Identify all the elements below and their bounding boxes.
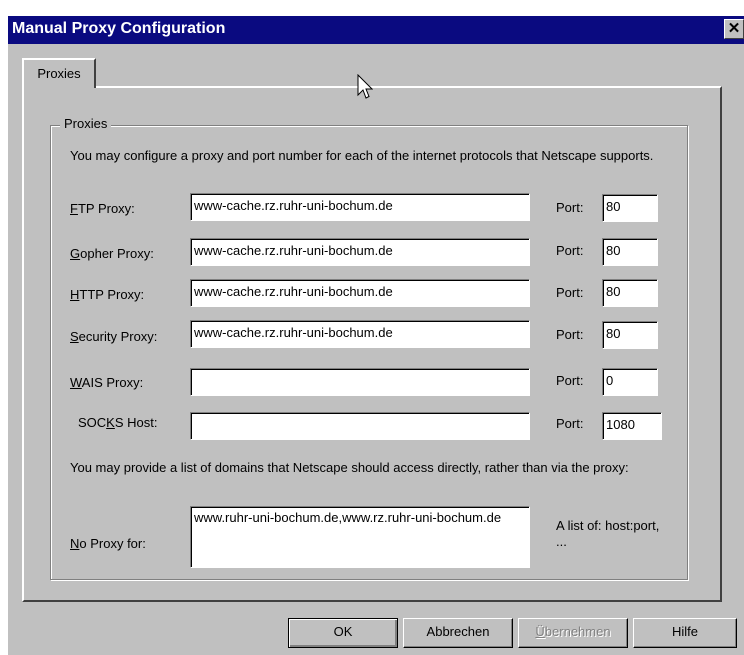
ftp-proxy-label-mnemonic: F <box>70 201 78 216</box>
help-button[interactable]: Hilfe <box>633 618 737 648</box>
apply-button[interactable]: Übernehmen <box>518 618 628 648</box>
no-proxy-label-mnemonic: N <box>70 536 80 551</box>
no-proxy-label-text: o Proxy for: <box>79 536 146 551</box>
ftp-port-label: Port: <box>556 200 584 215</box>
wais-port-label: Port: <box>556 373 584 388</box>
security-port-label: Port: <box>556 327 584 342</box>
http-proxy-input[interactable]: www-cache.rz.ruhr-uni-bochum.de <box>190 279 530 307</box>
ftp-port-input[interactable]: 80 <box>602 194 658 222</box>
ftp-proxy-input[interactable]: www-cache.rz.ruhr-uni-bochum.de <box>190 193 530 221</box>
http-port-label: Port: <box>556 285 584 300</box>
apply-button-mnemonic: Ü <box>535 624 545 639</box>
ok-button[interactable]: OK <box>288 618 398 648</box>
title-bar[interactable]: Manual Proxy Configuration ✕ <box>8 16 744 44</box>
tab-proxies[interactable]: Proxies <box>22 58 96 88</box>
security-port-input[interactable]: 80 <box>602 321 658 349</box>
gopher-proxy-label: Gopher Proxy: <box>70 246 154 261</box>
gopher-port-input[interactable]: 80 <box>602 238 658 266</box>
apply-button-text: bernehmen <box>544 624 611 639</box>
socks-port-label: Port: <box>556 416 584 431</box>
http-port-input[interactable]: 80 <box>602 279 658 307</box>
gopher-proxy-label-text: opher Proxy: <box>80 246 154 261</box>
no-proxy-hint: A list of: host:port, ... <box>556 518 660 549</box>
gopher-proxy-input[interactable]: www-cache.rz.ruhr-uni-bochum.de <box>190 238 530 266</box>
security-proxy-label-text: ecurity Proxy: <box>78 329 158 344</box>
socks-host-label-prefix: SOC <box>78 415 107 430</box>
security-proxy-label-mnemonic: S <box>70 329 79 344</box>
tab-label: Proxies <box>37 66 81 81</box>
ftp-proxy-label: FTP Proxy: <box>70 201 135 216</box>
window-title: Manual Proxy Configuration <box>12 20 226 37</box>
groupbox-legend: Proxies <box>60 116 112 131</box>
no-proxy-label: No Proxy for: <box>70 536 146 551</box>
direct-access-text: You may provide a list of domains that N… <box>70 460 629 475</box>
wais-proxy-label: WAIS Proxy: <box>70 375 143 390</box>
socks-host-label: SOCKS Host: <box>78 415 157 430</box>
cancel-button[interactable]: Abbrechen <box>403 618 513 648</box>
wais-proxy-input[interactable] <box>190 368 530 396</box>
ftp-proxy-label-text: TP Proxy: <box>77 201 135 216</box>
security-proxy-input[interactable]: www-cache.rz.ruhr-uni-bochum.de <box>190 320 530 348</box>
mouse-pointer-icon <box>357 74 373 99</box>
wais-proxy-label-text: AIS Proxy: <box>81 375 144 390</box>
gopher-port-label: Port: <box>556 243 584 258</box>
http-proxy-label: HTTP Proxy: <box>70 287 144 302</box>
wais-proxy-label-mnemonic: W <box>70 375 82 390</box>
gopher-proxy-label-mnemonic: G <box>70 246 81 261</box>
no-proxy-textarea[interactable]: www.ruhr-uni-bochum.de,www.rz.ruhr-uni-b… <box>190 506 530 568</box>
socks-port-input[interactable]: 1080 <box>602 412 662 440</box>
close-button[interactable]: ✕ <box>724 19 744 39</box>
wais-port-input[interactable]: 0 <box>602 368 658 396</box>
security-proxy-label: Security Proxy: <box>70 329 157 344</box>
http-proxy-label-text: TTP Proxy: <box>79 287 145 302</box>
http-proxy-label-mnemonic: H <box>70 287 80 302</box>
close-icon: ✕ <box>727 20 741 37</box>
socks-host-label-mnemonic: K <box>106 415 115 430</box>
socks-host-label-text: S Host: <box>114 415 158 430</box>
socks-host-input[interactable] <box>190 412 530 440</box>
intro-text: You may configure a proxy and port numbe… <box>70 148 654 163</box>
